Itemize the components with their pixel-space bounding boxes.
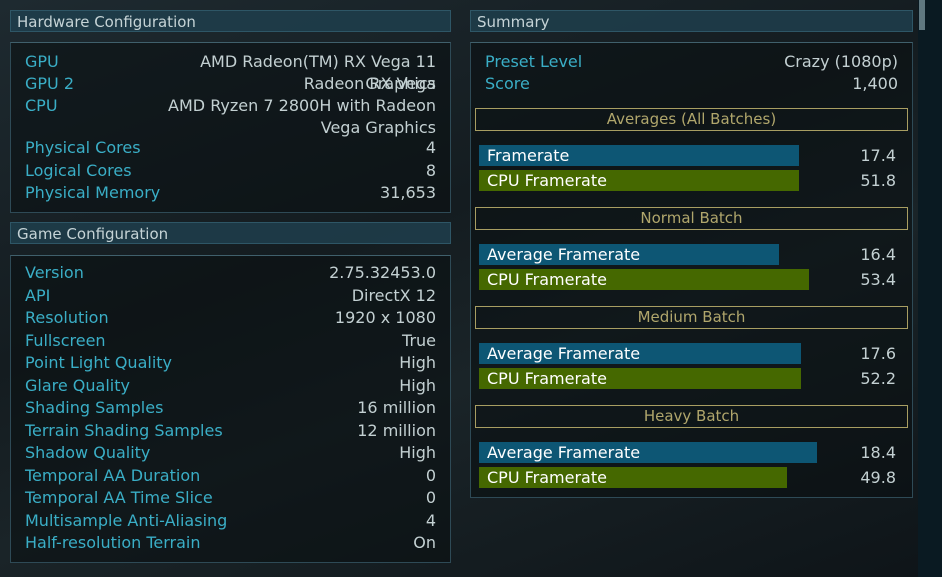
hardware-config-panel: GPU AMD Radeon(TM) RX Vega 11 Graphics GPU… bbox=[10, 42, 451, 213]
config-row: CPU AMD Ryzen 7 2800H with Radeon Vega Gr… bbox=[25, 95, 436, 139]
config-row: Terrain Shading Samples 12 million bbox=[25, 420, 436, 442]
config-value: 16 million bbox=[357, 398, 436, 417]
config-row: Shadow Quality High bbox=[25, 442, 436, 464]
config-row: Temporal AA Time Slice 0 bbox=[25, 487, 436, 509]
preset-level-label: Preset Level bbox=[485, 52, 583, 71]
framerate-bar: Average Framerate bbox=[479, 442, 817, 463]
config-row: Glare Quality High bbox=[25, 375, 436, 397]
config-row: Version 2.75.32453.0 bbox=[25, 262, 436, 284]
config-label: GPU 2 bbox=[25, 74, 75, 93]
config-label: Glare Quality bbox=[25, 375, 130, 395]
config-label: Shadow Quality bbox=[25, 443, 151, 462]
cpu-framerate-bar: CPU Framerate bbox=[479, 269, 809, 290]
config-value: 8 bbox=[425, 161, 436, 180]
game-config-header: Game Configuration bbox=[10, 222, 451, 244]
config-label: Shading Samples bbox=[25, 398, 164, 417]
config-label: API bbox=[25, 285, 51, 305]
config-value: 1920 x 1080 bbox=[334, 308, 436, 327]
batch-section-title: Normal Batch bbox=[475, 207, 908, 230]
config-label: Fullscreen bbox=[25, 330, 106, 350]
config-row: API DirectX 12 bbox=[25, 285, 436, 307]
config-label: Physical Memory bbox=[25, 183, 161, 202]
config-label: Half-resolution Terrain bbox=[25, 533, 201, 552]
config-value: DirectX 12 bbox=[351, 285, 436, 305]
framerate-value: 49.8 bbox=[860, 468, 896, 487]
scrollbar-thumb[interactable] bbox=[919, 0, 925, 30]
batch-section-title: Averages (All Batches) bbox=[475, 108, 908, 131]
game-config-panel: Version 2.75.32453.0 API DirectX 12 Resoluti… bbox=[10, 255, 451, 563]
summary-panel: Preset Level Crazy (1080p) Score 1,400 Ave… bbox=[470, 42, 913, 498]
score-value: 1,400 bbox=[852, 74, 898, 93]
framerate-value: 53.4 bbox=[860, 270, 896, 289]
framerate-bar: Average Framerate bbox=[479, 343, 801, 364]
config-row: Half-resolution Terrain On bbox=[25, 532, 436, 554]
config-value: 31,653 bbox=[380, 183, 436, 202]
cpu-framerate-bar: CPU Framerate bbox=[479, 467, 787, 488]
config-row: Shading Samples 16 million bbox=[25, 397, 436, 419]
framerate-value: 16.4 bbox=[860, 245, 896, 264]
config-value: High bbox=[399, 353, 436, 372]
config-value: 0 bbox=[425, 465, 436, 485]
config-row: Multisample Anti-Aliasing 4 bbox=[25, 510, 436, 532]
config-row: Point Light Quality High bbox=[25, 352, 436, 374]
config-row: Physical Cores 4 bbox=[25, 137, 436, 159]
config-label: Terrain Shading Samples bbox=[25, 420, 223, 440]
config-label: Multisample Anti-Aliasing bbox=[25, 510, 228, 530]
cpu-framerate-bar: CPU Framerate bbox=[479, 368, 801, 389]
config-value: Radeon RX Vega bbox=[303, 74, 436, 93]
config-label: CPU bbox=[25, 96, 58, 115]
hardware-config-header: Hardware Configuration bbox=[10, 10, 451, 32]
config-row: Resolution 1920 x 1080 bbox=[25, 307, 436, 329]
config-value: 4 bbox=[425, 510, 436, 530]
config-row: Temporal AA Duration 0 bbox=[25, 465, 436, 487]
framerate-bar: Framerate bbox=[479, 145, 799, 166]
config-value: True bbox=[402, 330, 436, 350]
config-row: GPU 2 Radeon RX Vega bbox=[25, 73, 436, 95]
config-label: Temporal AA Duration bbox=[25, 465, 201, 485]
config-value: On bbox=[413, 533, 436, 552]
summary-header: Summary bbox=[470, 10, 913, 32]
framerate-value: 17.6 bbox=[860, 344, 896, 363]
config-value: 0 bbox=[425, 488, 436, 507]
config-label: Logical Cores bbox=[25, 161, 132, 180]
framerate-value: 52.2 bbox=[860, 369, 896, 388]
batch-section-title: Medium Batch bbox=[475, 306, 908, 329]
config-label: Temporal AA Time Slice bbox=[25, 488, 213, 507]
config-value: High bbox=[399, 375, 436, 395]
framerate-value: 17.4 bbox=[860, 146, 896, 165]
config-row: Fullscreen True bbox=[25, 330, 436, 352]
config-value: 2.75.32453.0 bbox=[329, 263, 436, 282]
config-value: 4 bbox=[425, 138, 436, 157]
config-label: Version bbox=[25, 263, 84, 282]
config-value: High bbox=[399, 443, 436, 462]
config-label: Physical Cores bbox=[25, 138, 141, 157]
batch-section-title: Heavy Batch bbox=[475, 405, 908, 428]
cpu-framerate-bar: CPU Framerate bbox=[479, 170, 799, 191]
config-value: 12 million bbox=[357, 420, 436, 440]
preset-level-row: Preset Level Crazy (1080p) bbox=[485, 51, 898, 73]
framerate-value: 18.4 bbox=[860, 443, 896, 462]
config-label: Resolution bbox=[25, 308, 109, 327]
config-value: AMD Ryzen 7 2800H with Radeon Vega Graph… bbox=[168, 96, 436, 137]
config-row: Logical Cores 8 bbox=[25, 160, 436, 182]
score-row: Score 1,400 bbox=[485, 73, 898, 95]
score-label: Score bbox=[485, 74, 530, 93]
framerate-bar: Average Framerate bbox=[479, 244, 779, 265]
scrollbar[interactable] bbox=[918, 0, 942, 577]
config-row: Physical Memory 31,653 bbox=[25, 182, 436, 204]
config-label: Point Light Quality bbox=[25, 353, 172, 372]
framerate-value: 51.8 bbox=[860, 171, 896, 190]
preset-level-value: Crazy (1080p) bbox=[784, 52, 898, 71]
